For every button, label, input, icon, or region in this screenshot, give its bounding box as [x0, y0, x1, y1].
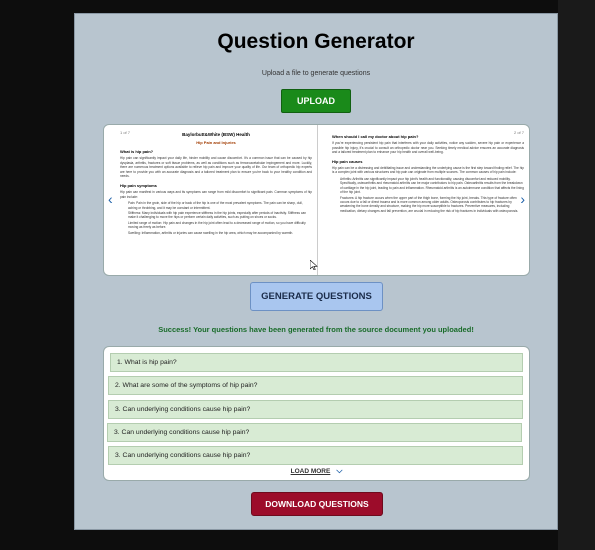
doc-bullet: Pain: Pain in the groin, side of the hip… [128, 201, 312, 210]
document-page-left: 1 of 7 Baylorbutt&White (BSW) Health Hip… [120, 128, 312, 274]
doc-paragraph: Hip pain can significantly impact your d… [120, 156, 312, 179]
doc-bullet: Arthritis: Arthritis can significantly i… [340, 177, 524, 195]
doc-heading: Hip pain symptoms [120, 182, 157, 188]
chevron-down-icon: ⌵ [336, 466, 343, 475]
chevron-left-icon[interactable]: ‹ [108, 191, 113, 207]
doc-bullet: Limited range of motion: Hip pain and ch… [128, 221, 312, 230]
question-item[interactable]: 3. Can underlying conditions cause hip p… [108, 446, 523, 465]
load-more-label: LOAD MORE [290, 468, 331, 475]
doc-bullet: Stiffness: Many individuals with hip pai… [128, 211, 312, 220]
doc-bullet-list: Pain: Pain in the groin, side of the hip… [128, 201, 312, 235]
upload-instructions: Upload a file to generate questions [261, 70, 371, 77]
page-number: 2 of 7 [513, 130, 524, 135]
question-generator-panel: Question Generator Upload a file to gene… [74, 13, 558, 530]
generate-questions-button[interactable]: GENERATE QUESTIONS [250, 282, 383, 311]
question-item[interactable]: 1. What is hip pain? [110, 353, 523, 372]
page-title: Question Generator [217, 30, 415, 53]
doc-organization: Baylorbutt&White (BSW) Health [182, 132, 250, 137]
question-item[interactable]: 2. What are some of the symptoms of hip … [108, 376, 523, 395]
success-message: Success! Your questions have been genera… [158, 325, 474, 334]
doc-paragraph: Hip pain can be a distressing and debili… [332, 165, 524, 175]
doc-bullet-list: Arthritis: Arthritis can significantly i… [340, 177, 524, 213]
page-divider [317, 125, 318, 275]
doc-paragraph: If you're experiencing persistent hip pa… [332, 141, 524, 155]
download-questions-button[interactable]: DOWNLOAD QUESTIONS [251, 492, 383, 516]
questions-list: 1. What is hip pain? 2. What are some of… [103, 346, 530, 481]
doc-heading: When should I call my doctor about hip p… [332, 134, 419, 139]
doc-bullet: Fractures: A hip fracture occurs when th… [340, 196, 524, 214]
page-number: 1 of 7 [120, 130, 131, 135]
question-item[interactable]: 3. Can underlying conditions cause hip p… [108, 400, 523, 419]
load-more-button[interactable]: LOAD MORE ⌵ [104, 466, 529, 476]
doc-title: Hip Pain and Injuries [196, 140, 236, 145]
mouse-cursor-icon [310, 260, 318, 270]
document-viewer: ‹ › 1 of 7 Baylorbutt&White (BSW) Health… [103, 124, 530, 276]
question-item[interactable]: 3. Can underlying conditions cause hip p… [107, 423, 522, 442]
window-edge [558, 0, 595, 550]
doc-heading: What is hip pain? [120, 149, 154, 154]
doc-bullet: Swelling: Inflammation, arthritis or inj… [128, 231, 312, 235]
doc-heading: Hip pain causes [332, 158, 363, 164]
doc-paragraph: Hip pain can manifest in various ways an… [120, 189, 312, 199]
upload-button[interactable]: UPLOAD [281, 89, 351, 113]
document-page-right: 2 of 7 When should I call my doctor abou… [332, 128, 524, 274]
